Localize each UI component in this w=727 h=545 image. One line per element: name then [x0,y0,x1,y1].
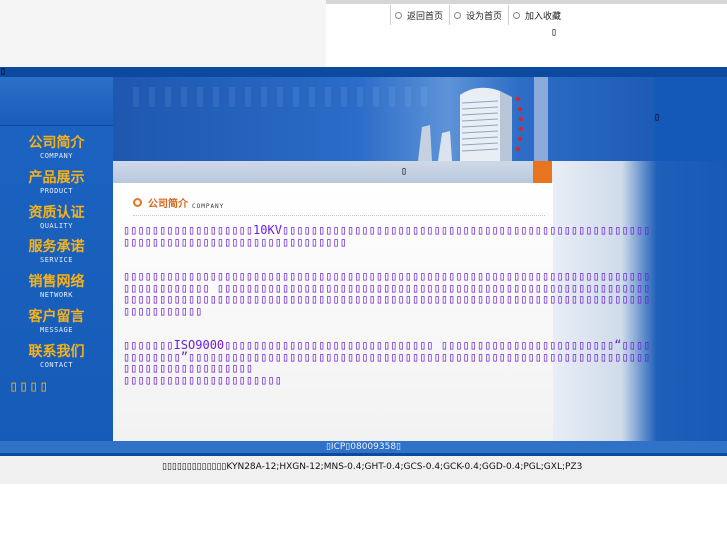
top-link-home[interactable]: 返回首页 [390,5,449,25]
nav-label: 产品展示 [28,170,85,186]
title-divider [133,215,545,216]
nav-label: 资质认证 [28,205,85,221]
header-blue-bar [0,67,727,77]
nav-sublabel: COMPANY [39,152,73,160]
nav-sublabel: QUALITY [39,222,73,230]
top-link-set-homepage[interactable]: 设为首页 [449,5,508,25]
header-right-area: 返回首页 设为首页 加入收藏 ▯ [326,0,727,67]
missing-glyph: ▯ [401,166,408,177]
nav-item-quality[interactable]: 资质认证 QUALITY [0,204,113,238]
nav-sublabel: SERVICE [39,256,73,264]
nav-label: 客户留言 [28,309,85,325]
nav-sublabel: PRODUCT [39,187,73,195]
building-illustration [418,77,548,161]
circle-bullet-icon [454,11,462,19]
top-links: 返回首页 设为首页 加入收藏 [390,5,567,25]
circle-bullet-icon [133,198,142,207]
section-title-en: COMPANY [192,203,225,210]
intro-paragraph: ▯▯▯▯▯▯▯▯▯▯▯▯▯▯▯▯▯▯▯▯▯▯▯▯▯▯▯▯▯▯▯▯▯▯▯▯▯▯▯▯… [123,269,651,318]
nav-sublabel: CONTACT [39,361,73,369]
accent-square [533,161,552,183]
nav-item-product[interactable]: 产品展示 PRODUCT [0,169,113,203]
missing-glyph: ▯ [654,112,661,123]
banner-image [113,77,654,161]
intro-paragraph: ▯▯▯▯▯▯▯▯▯▯▯▯▯▯▯▯▯▯10KV▯▯▯▯▯▯▯▯▯▯▯▯▯▯▯▯▯▯… [123,223,651,249]
top-link-label: 加入收藏 [525,11,562,22]
missing-glyph: ▯ [0,66,7,77]
left-nav-column: 公司简介 COMPANY 产品展示 PRODUCT 资质认证 QUALITY 服… [0,77,113,442]
intro-paragraph: ▯▯▯▯▯▯▯ISO9000▯▯▯▯▯▯▯▯▯▯▯▯▯▯▯▯▯▯▯▯▯▯▯▯▯▯… [123,338,651,375]
top-link-label: 返回首页 [407,11,444,22]
left-nav-extra-text: ▯▯▯▯ [9,377,50,395]
nav-label: 服务承诺 [28,239,85,255]
nav-item-network[interactable]: 销售网络 NETWORK [0,273,113,307]
footer-keywords: ▯▯▯▯▯▯▯▯▯▯▯▯▯KYN28A-12;HXGN-12;MNS-0.4;G… [162,462,583,472]
circle-bullet-icon [395,11,402,19]
nav-item-contact[interactable]: 联系我们 CONTACT [0,343,113,377]
section-title-zh: 公司简介 [148,199,188,210]
top-link-label: 设为首页 [466,11,503,22]
nav-label: 销售网络 [28,274,85,290]
nav-label: 公司简介 [28,135,85,151]
banner-decor-stripe [133,87,433,107]
footer: ▯▯▯▯▯▯▯▯▯▯▯▯▯KYN28A-12;HXGN-12;MNS-0.4;G… [0,456,727,484]
company-intro-text: ▯▯▯▯▯▯▯▯▯▯▯▯▯▯▯▯▯▯10KV▯▯▯▯▯▯▯▯▯▯▯▯▯▯▯▯▯▯… [123,223,655,387]
banner-right-panel: ▯ [654,77,727,161]
header-left-area [0,0,326,67]
circle-bullet-icon [513,11,521,19]
section-title: 公司简介 COMPANY [133,195,224,210]
nav-sublabel: NETWORK [39,291,73,299]
nav-item-company[interactable]: 公司简介 COMPANY [0,134,113,168]
nav-sublabel: MESSAGE [39,326,73,334]
nav-item-message[interactable]: 客户留言 MESSAGE [0,308,113,342]
content-header-bar: ▯ [113,161,533,183]
footer-icp-bar: ▯ICP▯08009358▯ [0,441,727,453]
nav-label: 联系我们 [28,344,85,360]
left-nav-header [0,77,113,126]
missing-glyph: ▯ [551,27,558,38]
header-top-band [326,0,727,4]
intro-paragraph: ▯▯▯▯▯▯▯▯▯▯▯▯▯▯▯▯▯▯▯▯▯▯ [123,372,282,387]
nav-item-service[interactable]: 服务承诺 SERVICE [0,238,113,272]
top-link-add-favorite[interactable]: 加入收藏 [508,5,567,25]
icp-text[interactable]: ▯ICP▯08009358▯ [326,442,401,452]
